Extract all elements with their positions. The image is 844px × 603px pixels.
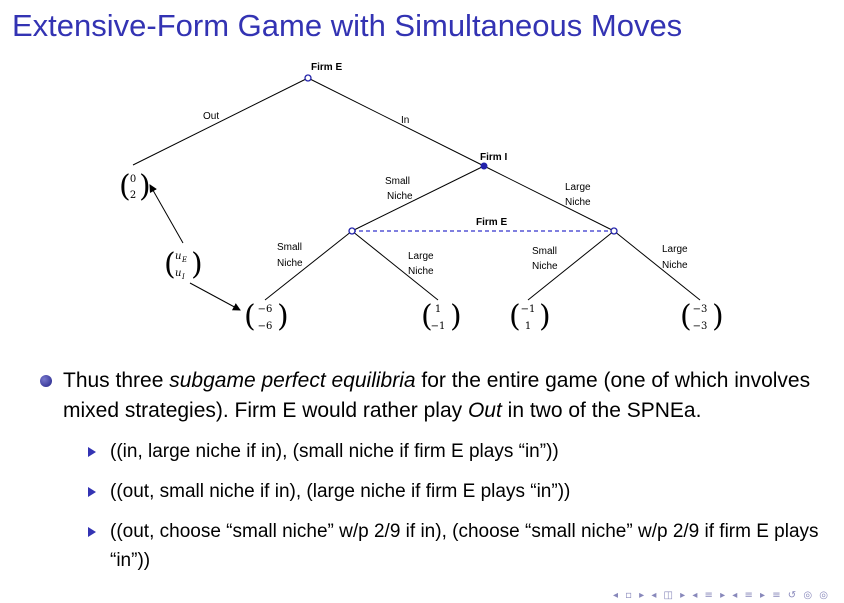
arrow-to-first-payoff [189, 282, 241, 311]
payoff-glyph: u [175, 268, 181, 279]
label-e1-large-2: Niche [408, 266, 434, 277]
edge-firm-i-small [351, 165, 485, 232]
payoff-glyph: −6 [258, 304, 273, 315]
payoff-glyph: ) [139, 169, 151, 204]
payoff-glyph: ) [277, 299, 289, 334]
edge-out [132, 77, 309, 166]
payoff-glyph: 1 [525, 321, 531, 332]
game-tree-diagram: Firm E Out In Firm I Firm E Small Niche … [119, 62, 724, 334]
payoff-glyph: −3 [693, 321, 708, 332]
payoff-4: ( −3 −3 ) [680, 299, 724, 334]
label-e2-large-2: Niche [662, 260, 688, 271]
label-i-large-1: Large [565, 182, 591, 193]
payoff-glyph: I [181, 273, 185, 281]
node-firm-e-left [348, 227, 356, 235]
payoff-glyph: u [175, 251, 181, 262]
beamer-navigation-icons[interactable]: ◂ ▫ ▸ ◂ ◫ ▸ ◂ ≡ ▸ ◂ ≡ ▸ ≡ ↺ ◎ ◎ [613, 590, 830, 601]
arrow-to-out-payoff [149, 184, 184, 244]
label-i-large-2: Niche [565, 197, 591, 208]
label-e1-small-2: Niche [277, 258, 303, 269]
payoff-glyph: E [181, 256, 187, 264]
triangle-bullet-icon [88, 527, 96, 537]
label-firm-i: Firm I [480, 152, 507, 163]
payoff-glyph: ( [244, 299, 256, 334]
sub-item-3: ((out, choose “small niche” w/p 2/9 if i… [88, 517, 830, 575]
label-e2-small-2: Niche [532, 261, 558, 272]
bullet-list: Thus three subgame perfect equilibria fo… [40, 366, 830, 575]
node-firm-e-root [304, 74, 312, 82]
label-i-small-1: Small [385, 176, 410, 187]
label-e1-large-1: Large [408, 251, 434, 262]
payoff-glyph: ) [450, 299, 462, 334]
label-in: In [401, 115, 409, 126]
label-i-small-2: Niche [387, 191, 413, 202]
label-e1-small-1: Small [277, 242, 302, 253]
node-firm-e-right [610, 227, 618, 235]
payoff-glyph: ) [539, 299, 551, 334]
payoff-3: ( −1 1 ) [509, 299, 551, 334]
payoff-glyph: −6 [258, 321, 273, 332]
payoff-2: ( 1 −1 ) [421, 299, 462, 334]
payoff-glyph: −1 [431, 321, 446, 332]
payoff-glyph: 0 [130, 174, 136, 185]
payoff-glyph: 2 [130, 190, 136, 201]
main-bullet-text: Thus three subgame perfect equilibria fo… [63, 369, 811, 422]
payoff-glyph: ) [712, 299, 724, 334]
payoff-glyph: ) [191, 247, 203, 282]
label-e2-small-1: Small [532, 246, 557, 257]
payoff-glyph: −3 [693, 304, 708, 315]
payoff-glyph: −1 [521, 304, 536, 315]
label-out: Out [203, 111, 219, 122]
label-e2-large-1: Large [662, 244, 688, 255]
payoff-1: ( −6 −6 ) [244, 299, 289, 334]
triangle-bullet-icon [88, 447, 96, 457]
label-root-firm-e: Firm E [311, 62, 342, 73]
edge-in [307, 77, 485, 167]
main-bullet: Thus three subgame perfect equilibria fo… [40, 366, 830, 426]
payoff-legend: ( u E u I ) [164, 247, 203, 282]
payoff-glyph: 1 [435, 304, 441, 315]
payoff-out: ( 0 2 ) [119, 169, 151, 204]
payoff-glyph: ( [164, 247, 176, 282]
sub-item-1: ((in, large niche if in), (small niche i… [88, 437, 830, 466]
bullet-dot-icon [40, 375, 52, 387]
sub-item-2: ((out, small niche if in), (large niche … [88, 477, 830, 506]
payoff-glyph: ( [509, 299, 521, 334]
node-firm-i [480, 162, 488, 170]
label-info-firm-e: Firm E [476, 217, 507, 228]
triangle-bullet-icon [88, 487, 96, 497]
payoff-glyph: ( [680, 299, 692, 334]
